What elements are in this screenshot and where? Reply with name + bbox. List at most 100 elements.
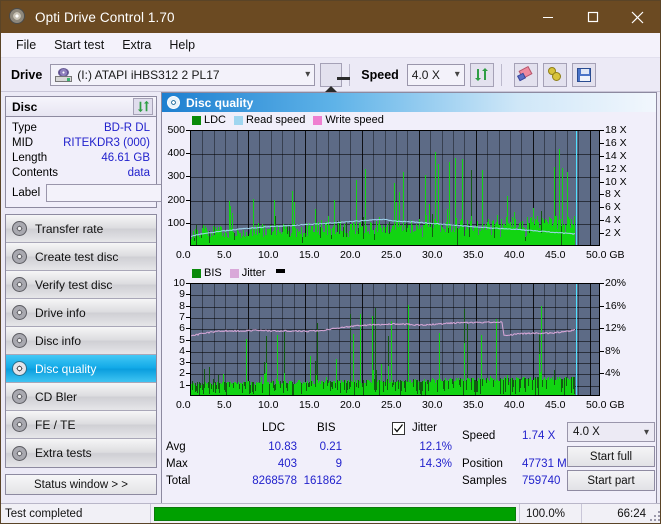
sidebar-item-label: Disc info [35, 333, 82, 348]
sidebar-item-label: Drive info [35, 305, 86, 320]
progress-percent: 100.0% [520, 503, 582, 523]
sidebar-item-verify-test-disc[interactable]: Verify test disc [6, 271, 156, 299]
drive-select[interactable]: (I:) ATAPI iHBS312 2 PL17 ▾ [50, 63, 316, 86]
disc-panel-header: Disc [6, 97, 156, 117]
y-tick-label: 4 [179, 344, 185, 357]
menu-item-file[interactable]: File [7, 35, 45, 55]
legend-label: Write speed [325, 114, 384, 126]
drive-label: Drive [11, 67, 43, 82]
legend-label: Read speed [246, 114, 306, 126]
sidebar-item-transfer-rate[interactable]: Transfer rate [6, 215, 156, 243]
legend-label: Jitter [241, 267, 266, 279]
disc-icon [12, 305, 27, 320]
spiral-button[interactable] [542, 62, 567, 87]
disc-field-contents: Contents data [12, 165, 150, 180]
sidebar-item-fe-te[interactable]: FE / TE [6, 411, 156, 439]
y2-tick-label: 8% [605, 344, 621, 357]
y2-tick-label: 12% [605, 322, 627, 335]
x-tick-label: 10.0 [258, 249, 279, 261]
refresh-button[interactable] [469, 62, 494, 87]
menu-item-start-test[interactable]: Start test [45, 35, 113, 55]
ldc-chart: LDC Read speed Write speed 100 200 300 400 5… [162, 112, 656, 267]
eraser-icon [516, 65, 534, 82]
ldc-plot-area[interactable] [190, 130, 600, 246]
sidebar: Disc Type BD-R DL MID RITEKDR3 (000) Len… [1, 92, 217, 505]
content-area: Disc quality LDC Read speed Write speed … [161, 92, 660, 505]
jitter-checkbox[interactable] [392, 422, 405, 435]
legend-swatch-write-speed [313, 115, 323, 125]
y2-tick-label: 16 X [605, 136, 627, 149]
panel-header: Disc quality [162, 93, 656, 112]
save-button[interactable] [571, 62, 596, 87]
sidebar-item-drive-info[interactable]: Drive info [6, 299, 156, 327]
disc-icon [12, 277, 27, 292]
sidebar-item-cd-bler[interactable]: CD Bler [6, 383, 156, 411]
status-window-button[interactable]: Status window > > [5, 474, 157, 495]
speed-select[interactable]: 4.0 X ▾ [406, 63, 465, 86]
resize-grip-icon[interactable] [648, 509, 660, 521]
body: Disc Type BD-R DL MID RITEKDR3 (000) Len… [1, 92, 660, 505]
legend-swatch-bis [192, 268, 201, 278]
start-full-button[interactable]: Start full [567, 446, 655, 467]
x-tick-label: 20.0 [340, 249, 361, 261]
y-tick-label: 2 [179, 367, 185, 380]
ldc-chart-legend: LDC Read speed Write speed [192, 114, 389, 126]
window-title: Opti Drive Control 1.70 [35, 9, 175, 25]
legend-item-read-speed: Read speed [234, 114, 305, 126]
stats-area: LDC BIS Jitter Avg 10.83 0.21 12.1% Max … [162, 420, 656, 492]
disc-icon [12, 417, 27, 432]
sidebar-item-disc-info[interactable]: Disc info [6, 327, 156, 355]
x-tick-label: 15.0 [299, 399, 320, 411]
disc-field-value: data [127, 166, 150, 179]
y2-tick-label: 16% [605, 299, 627, 312]
stats-max-ldc: 403 [277, 458, 297, 470]
toolbar-divider-2 [500, 63, 502, 86]
bis-plot-area[interactable] [190, 283, 600, 396]
legend-item-ldc: LDC [192, 114, 226, 126]
speed-select-value: 4.0 X [411, 67, 440, 82]
minimize-icon[interactable] [525, 1, 570, 33]
y-tick-label: 1 [179, 378, 185, 391]
x-tick-label: 35.0 [463, 249, 484, 261]
y-tick-label: 8 [179, 299, 185, 312]
sidebar-item-extra-tests[interactable]: Extra tests [6, 439, 156, 467]
disc-refresh-button[interactable] [133, 98, 153, 115]
erase-button[interactable] [513, 62, 538, 87]
sidebar-item-create-test-disc[interactable]: Create test disc [6, 243, 156, 271]
x-tick-label: 25.0 [381, 399, 402, 411]
disc-field-mid: MID RITEKDR3 (000) [12, 135, 150, 150]
x-tick-label: 35.0 [463, 399, 484, 411]
stats-avg-jitter: 12.1% [419, 441, 452, 453]
stats-total-ldc: 8268578 [252, 475, 297, 487]
app-disc-icon [9, 8, 27, 26]
maximize-icon[interactable] [570, 1, 615, 33]
eject-button[interactable] [320, 62, 350, 92]
x-tick-label: 30.0 [422, 249, 443, 261]
sidebar-item-label: Verify test disc [35, 277, 113, 292]
close-icon[interactable] [615, 1, 660, 33]
y-tick-label: 7 [179, 310, 185, 323]
drive-select-value: (I:) ATAPI iHBS312 2 PL17 [77, 67, 220, 82]
legend-item-jitter: Jitter [229, 267, 266, 279]
y2-tick-label: 20% [605, 277, 627, 289]
window-controls [525, 1, 660, 33]
drive-icon [55, 67, 73, 82]
menu-item-extra[interactable]: Extra [113, 35, 160, 55]
page-title: Disc quality [186, 95, 254, 110]
disc-quality-icon [167, 96, 180, 109]
legend-item-write-speed: Write speed [313, 114, 384, 126]
bis-chart-legend: BIS Jitter [192, 267, 285, 279]
y-tick-label: 400 [167, 147, 185, 160]
x-tick-label: 50.0 GB [586, 399, 625, 411]
samples-stat-label: Samples [462, 475, 507, 487]
menu-item-help[interactable]: Help [160, 35, 204, 55]
x-tick-label: 15.0 [299, 249, 320, 261]
sidebar-item-label: Transfer rate [35, 221, 104, 236]
speed-label: Speed [361, 67, 399, 82]
test-speed-select[interactable]: 4.0 X ▾ [567, 422, 655, 442]
start-part-button[interactable]: Start part [567, 470, 655, 491]
disc-field-key: MID [12, 136, 34, 149]
sidebar-item-disc-quality[interactable]: Disc quality [6, 355, 156, 383]
test-speed-value: 4.0 X [573, 426, 600, 438]
disc-field-value: 46.61 GB [101, 151, 150, 164]
